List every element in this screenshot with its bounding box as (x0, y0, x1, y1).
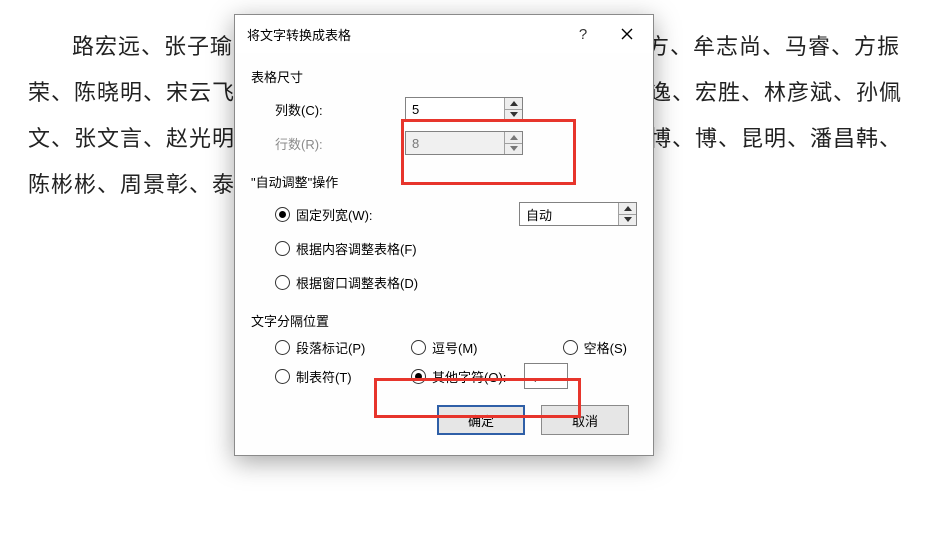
fit-window-radio[interactable]: 根据窗口调整表格(D) (275, 273, 418, 292)
columns-value[interactable]: 5 (406, 98, 504, 120)
fit-content-row: 根据内容调整表格(F) (251, 233, 637, 263)
radio-icon (275, 241, 290, 256)
rows-up-button (505, 132, 522, 144)
fixed-width-radio[interactable]: 固定列宽(W): (275, 205, 373, 224)
radio-icon (411, 340, 426, 355)
triangle-up-icon (510, 101, 518, 106)
separator-row-1: 段落标记(P) 逗号(M) 空格(S) (251, 338, 637, 357)
columns-row: 列数(C): 5 (251, 94, 637, 124)
table-size-section-label: 表格尺寸 (251, 67, 637, 86)
rows-down-button (505, 144, 522, 155)
fit-window-label: 根据窗口调整表格(D) (296, 273, 418, 292)
sep-comma-radio[interactable]: 逗号(M) (411, 338, 531, 357)
sep-space-radio[interactable]: 空格(S) (563, 338, 627, 357)
autofit-section-label: "自动调整"操作 (251, 172, 637, 191)
fixed-width-row: 固定列宽(W): 自动 (251, 199, 637, 229)
dialog-button-row: 确定 取消 (251, 395, 637, 439)
convert-text-to-table-dialog: 将文字转换成表格 ? 表格尺寸 列数(C): 5 行数(R): 8 (234, 14, 654, 456)
separator-row-2: 制表符(T) 其他字符(O): 、 (251, 363, 637, 389)
fit-content-radio[interactable]: 根据内容调整表格(F) (275, 239, 417, 258)
columns-spinner[interactable]: 5 (405, 97, 523, 121)
sep-paragraph-label: 段落标记(P) (296, 338, 365, 357)
sep-space-label: 空格(S) (584, 338, 627, 357)
radio-icon (411, 369, 426, 384)
sep-paragraph-radio[interactable]: 段落标记(P) (275, 338, 393, 357)
dialog-titlebar: 将文字转换成表格 ? (235, 15, 653, 53)
help-button[interactable]: ? (561, 19, 605, 49)
radio-icon (275, 207, 290, 222)
sep-tab-label: 制表符(T) (296, 367, 352, 386)
close-icon (621, 28, 633, 40)
columns-arrows[interactable] (504, 98, 522, 120)
sep-other-label: 其他字符(O): (432, 367, 506, 386)
close-button[interactable] (605, 19, 649, 49)
rows-value: 8 (406, 132, 504, 154)
ok-button[interactable]: 确定 (437, 405, 525, 435)
radio-icon (563, 340, 578, 355)
columns-up-button[interactable] (505, 98, 522, 110)
radio-icon (275, 340, 290, 355)
dialog-body: 表格尺寸 列数(C): 5 行数(R): 8 "自动调整"操作 (235, 53, 653, 455)
triangle-down-icon (624, 217, 632, 222)
sep-comma-label: 逗号(M) (432, 338, 478, 357)
triangle-down-icon (510, 146, 518, 151)
fit-window-row: 根据窗口调整表格(D) (251, 267, 637, 297)
sep-other-char-input[interactable]: 、 (524, 363, 568, 389)
separator-section-label: 文字分隔位置 (251, 311, 637, 330)
rows-row: 行数(R): 8 (251, 128, 637, 158)
fixed-width-spinner[interactable]: 自动 (519, 202, 637, 226)
triangle-down-icon (510, 112, 518, 117)
dialog-title: 将文字转换成表格 (247, 25, 561, 44)
sep-other-radio[interactable]: 其他字符(O): (411, 367, 506, 386)
radio-icon (275, 369, 290, 384)
triangle-up-icon (624, 206, 632, 211)
sep-tab-radio[interactable]: 制表符(T) (275, 367, 393, 386)
radio-icon (275, 275, 290, 290)
cancel-button[interactable]: 取消 (541, 405, 629, 435)
fit-content-label: 根据内容调整表格(F) (296, 239, 417, 258)
fixed-width-label: 固定列宽(W): (296, 205, 373, 224)
columns-label: 列数(C): (275, 100, 405, 119)
triangle-up-icon (510, 135, 518, 140)
fixed-width-arrows[interactable] (618, 203, 636, 225)
fixed-width-value[interactable]: 自动 (520, 203, 618, 225)
columns-down-button[interactable] (505, 110, 522, 121)
rows-label: 行数(R): (275, 134, 405, 153)
fixed-width-up-button[interactable] (619, 203, 636, 215)
rows-arrows (504, 132, 522, 154)
rows-spinner: 8 (405, 131, 523, 155)
fixed-width-down-button[interactable] (619, 215, 636, 226)
